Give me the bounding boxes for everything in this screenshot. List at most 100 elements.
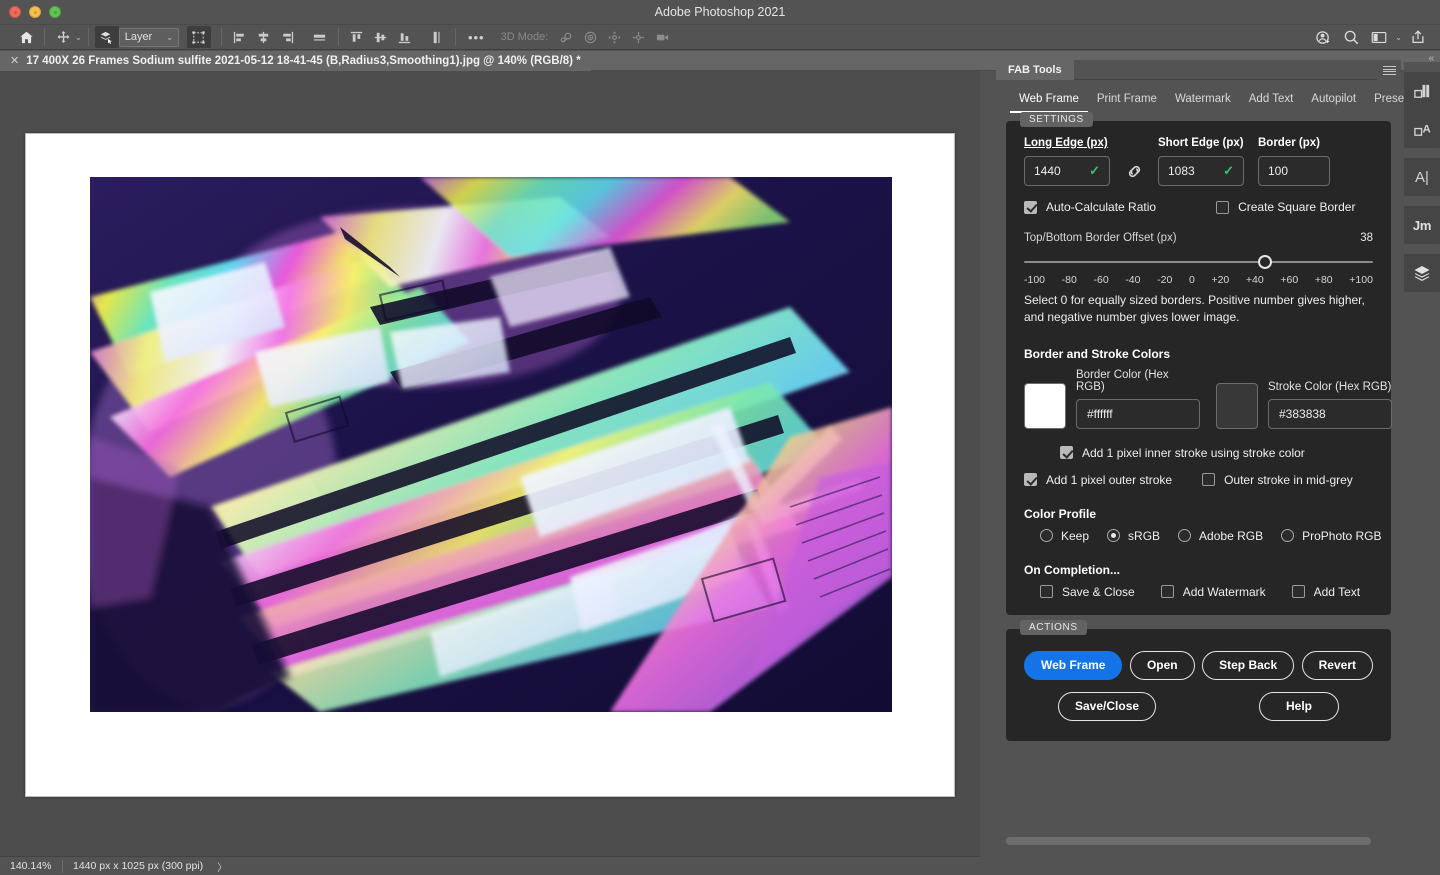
align-top-edges-icon[interactable]: [345, 26, 369, 48]
save-and-close-checkbox[interactable]: [1040, 585, 1053, 598]
color-profile-title: Color Profile: [1024, 507, 1373, 521]
tab-watermark[interactable]: Watermark: [1166, 90, 1240, 113]
tab-autopilot[interactable]: Autopilot: [1302, 90, 1365, 113]
link-chain-icon[interactable]: [1110, 156, 1158, 186]
fab-panel-title[interactable]: FAB Tools: [996, 60, 1074, 80]
outer-stroke-midgrey-label: Outer stroke in mid-grey: [1224, 473, 1353, 487]
color-profile-adobergb-radio[interactable]: [1178, 529, 1191, 542]
move-tool-icon[interactable]: [51, 26, 75, 48]
inner-stroke-checkbox[interactable]: [1060, 446, 1073, 459]
auto-select-scope-dropdown[interactable]: Layer ⌄: [119, 28, 179, 47]
type-icon[interactable]: A|: [1404, 158, 1440, 196]
slide-3d-icon[interactable]: [626, 26, 650, 48]
border-color-swatch[interactable]: [1024, 383, 1066, 429]
adjustments-icon[interactable]: [1404, 72, 1440, 110]
color-profile-prophoto-radio[interactable]: [1281, 529, 1294, 542]
share-icon[interactable]: [1406, 26, 1430, 48]
workspace-icon[interactable]: [1367, 26, 1391, 48]
fab-panel-header: FAB Tools: [996, 60, 1401, 80]
help-button[interactable]: Help: [1259, 692, 1339, 721]
app-title: Adobe Photoshop 2021: [0, 0, 1440, 24]
step-back-button[interactable]: Step Back: [1202, 651, 1294, 680]
fab-panel-header-fill: [1074, 61, 1377, 80]
document-canvas[interactable]: [25, 133, 955, 797]
revert-button[interactable]: Revert: [1302, 651, 1373, 680]
create-square-border-checkbox[interactable]: [1216, 201, 1229, 214]
distribute-vertically-icon[interactable]: [425, 26, 449, 48]
add-text-checkbox[interactable]: [1292, 585, 1305, 598]
status-expand-icon[interactable]: 〉: [203, 859, 227, 874]
tab-web-frame[interactable]: Web Frame: [1010, 90, 1088, 113]
auto-select-layer-icon[interactable]: [95, 26, 119, 48]
short-edge-input[interactable]: 1083 ✓: [1158, 156, 1244, 186]
chevron-down-icon[interactable]: ⌄: [1395, 33, 1402, 42]
search-icon[interactable]: [1339, 26, 1363, 48]
zoom-level[interactable]: 140.14%: [0, 860, 62, 872]
tick-label: 0: [1189, 274, 1195, 286]
open-button[interactable]: Open: [1130, 651, 1195, 680]
stroke-color-input[interactable]: #383838: [1268, 399, 1392, 429]
border-color-label: Border Color (Hex RGB): [1076, 369, 1200, 393]
outer-stroke-checkbox[interactable]: [1024, 473, 1037, 486]
tick-label: +60: [1280, 274, 1298, 286]
offset-slider[interactable]: [1024, 254, 1373, 270]
save-close-button[interactable]: Save/Close: [1058, 692, 1156, 721]
color-profile-srgb-label: sRGB: [1128, 529, 1160, 543]
auto-calculate-ratio-checkbox[interactable]: [1024, 201, 1037, 214]
character-styles-icon[interactable]: A: [1404, 110, 1440, 148]
panel-menu-icon[interactable]: [1377, 61, 1401, 80]
stroke-color-label: Stroke Color (Hex RGB): [1268, 381, 1392, 393]
home-icon[interactable]: [14, 26, 38, 48]
roll-3d-icon[interactable]: [578, 26, 602, 48]
color-profile-keep-radio[interactable]: [1040, 529, 1053, 542]
add-watermark-checkbox[interactable]: [1161, 585, 1174, 598]
slider-thumb[interactable]: [1258, 255, 1272, 269]
tick-label: +40: [1246, 274, 1264, 286]
more-options-button[interactable]: •••: [462, 26, 491, 48]
border-field: Border (px) 100: [1258, 137, 1330, 186]
border-stroke-colors-title: Border and Stroke Colors: [1024, 347, 1373, 361]
stroke-color-value: #383838: [1279, 407, 1326, 421]
color-profile-srgb-radio[interactable]: [1107, 529, 1120, 542]
tick-label: -40: [1125, 274, 1140, 286]
border-color-input[interactable]: #ffffff: [1076, 399, 1200, 429]
rail-group-1: A: [1404, 72, 1440, 148]
web-frame-button[interactable]: Web Frame: [1024, 651, 1122, 680]
outer-stroke-midgrey-checkbox[interactable]: [1202, 473, 1215, 486]
tab-add-text[interactable]: Add Text: [1240, 90, 1303, 113]
camera-3d-icon[interactable]: [650, 26, 674, 48]
slider-track: [1024, 261, 1373, 263]
colors-row: Border Color (Hex RGB) #ffffff Stroke Co…: [1024, 369, 1373, 429]
rotate-3d-icon[interactable]: [554, 26, 578, 48]
add-user-icon[interactable]: [1311, 26, 1335, 48]
align-horizontal-centers-icon[interactable]: [252, 26, 276, 48]
layers-icon[interactable]: [1404, 254, 1440, 292]
move-tool-caret[interactable]: ⌄: [75, 33, 82, 42]
inner-stroke-label: Add 1 pixel inner stroke using stroke co…: [1082, 446, 1305, 460]
align-bottom-edges-icon[interactable]: [393, 26, 417, 48]
color-profile-adobergb-label: Adobe RGB: [1199, 529, 1263, 543]
fab-panel-scrollbar[interactable]: [1006, 837, 1371, 845]
align-vertical-centers-icon[interactable]: [369, 26, 393, 48]
tab-print-frame[interactable]: Print Frame: [1088, 90, 1166, 113]
long-edge-field: Long Edge (px) 1440 ✓: [1024, 137, 1110, 186]
document-tab[interactable]: ✕ 17 400X 26 Frames Sodium sulfite 2021-…: [0, 51, 591, 71]
align-left-edges-icon[interactable]: [228, 26, 252, 48]
stroke-color-swatch[interactable]: [1216, 383, 1258, 429]
checkmark-icon: ✓: [1089, 163, 1100, 179]
toolbar-divider-4: [338, 28, 339, 46]
pan-3d-icon[interactable]: [602, 26, 626, 48]
crystal-photomicrograph: [90, 177, 892, 712]
jm-panel-icon[interactable]: Jm: [1404, 206, 1440, 244]
status-bar: 140.14% 1440 px x 1025 px (300 ppi) 〉: [0, 856, 980, 875]
close-icon[interactable]: ✕: [10, 54, 19, 67]
align-right-edges-icon[interactable]: [276, 26, 300, 48]
canvas-area[interactable]: [0, 71, 980, 856]
settings-group: SETTINGS Long Edge (px) 1440 ✓: [1006, 121, 1391, 615]
border-input[interactable]: 100: [1258, 156, 1330, 186]
rail-group-2: A|: [1404, 158, 1440, 196]
transform-controls-icon[interactable]: [187, 26, 211, 48]
rail-collapse-icon[interactable]: «: [1428, 53, 1434, 64]
distribute-horizontally-icon[interactable]: [308, 26, 332, 48]
long-edge-input[interactable]: 1440 ✓: [1024, 156, 1110, 186]
